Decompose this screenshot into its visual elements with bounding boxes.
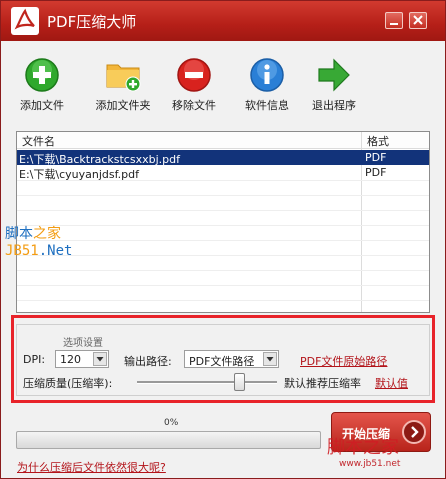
watermark-text: 脚本之家 — [5, 226, 61, 242]
grid-line — [17, 300, 429, 301]
close-button[interactable] — [409, 12, 427, 29]
grid-line — [17, 195, 429, 196]
grid-line — [17, 210, 429, 211]
pdf-logo-icon — [11, 7, 39, 35]
column-header-filename[interactable]: 文件名 — [22, 133, 55, 149]
grid-line — [17, 180, 429, 181]
folder-add-icon — [105, 57, 141, 93]
column-header-format[interactable]: 格式 — [367, 133, 389, 149]
arrow-circle-icon — [402, 420, 426, 444]
help-link[interactable]: 为什么压缩后文件依然很大呢? — [17, 459, 166, 475]
table-row[interactable]: E:\下载\cyuyanjdsf.pdf PDF — [17, 165, 429, 181]
plus-icon — [24, 57, 60, 93]
info-icon — [249, 57, 285, 93]
window-title: PDF压缩大师 — [47, 13, 137, 31]
file-list-header: 文件名 格式 — [17, 132, 429, 149]
minimize-button[interactable] — [385, 12, 403, 29]
remove-file-label: 移除文件 — [172, 99, 216, 112]
toolbar: 添加文件 添加文件夹 移除文件 软件信息 退出程序 — [1, 41, 445, 121]
progress-bar — [16, 431, 321, 449]
progress-percent: 0% — [164, 418, 179, 428]
remove-file-button[interactable]: 移除文件 — [169, 57, 219, 113]
software-info-button[interactable]: 软件信息 — [243, 57, 291, 113]
file-format: PDF — [365, 151, 387, 164]
add-folder-label: 添加文件夹 — [95, 99, 151, 112]
minus-icon — [176, 57, 212, 93]
software-info-label: 软件信息 — [245, 99, 289, 112]
watermark-text: 脚本之家 — [327, 437, 399, 458]
highlight-frame — [11, 315, 435, 403]
grid-line — [17, 255, 429, 256]
add-folder-button[interactable]: 添加文件夹 — [87, 57, 159, 113]
arrow-right-icon — [316, 57, 352, 93]
file-list[interactable]: 文件名 格式 E:\下载\Backtrackstcsxxbj.pdf PDF E… — [16, 131, 430, 313]
watermark-text: www.jb51.net — [339, 459, 401, 469]
grid-line — [17, 270, 429, 271]
watermark-text: JB51.Net — [5, 243, 73, 259]
app-window: PDF压缩大师 添加文件 添加文件夹 移除文件 软件信息 退出程序 文件名 格式… — [0, 0, 446, 479]
add-file-label: 添加文件 — [20, 99, 64, 112]
table-row[interactable]: E:\下载\Backtrackstcsxxbj.pdf PDF — [17, 150, 429, 166]
exit-button[interactable]: 退出程序 — [309, 57, 359, 113]
grid-line — [17, 240, 429, 241]
file-format: PDF — [365, 166, 387, 179]
add-file-button[interactable]: 添加文件 — [19, 57, 65, 113]
exit-label: 退出程序 — [312, 99, 356, 112]
grid-line — [17, 225, 429, 226]
grid-line — [17, 285, 429, 286]
title-bar[interactable]: PDF压缩大师 — [1, 1, 445, 41]
